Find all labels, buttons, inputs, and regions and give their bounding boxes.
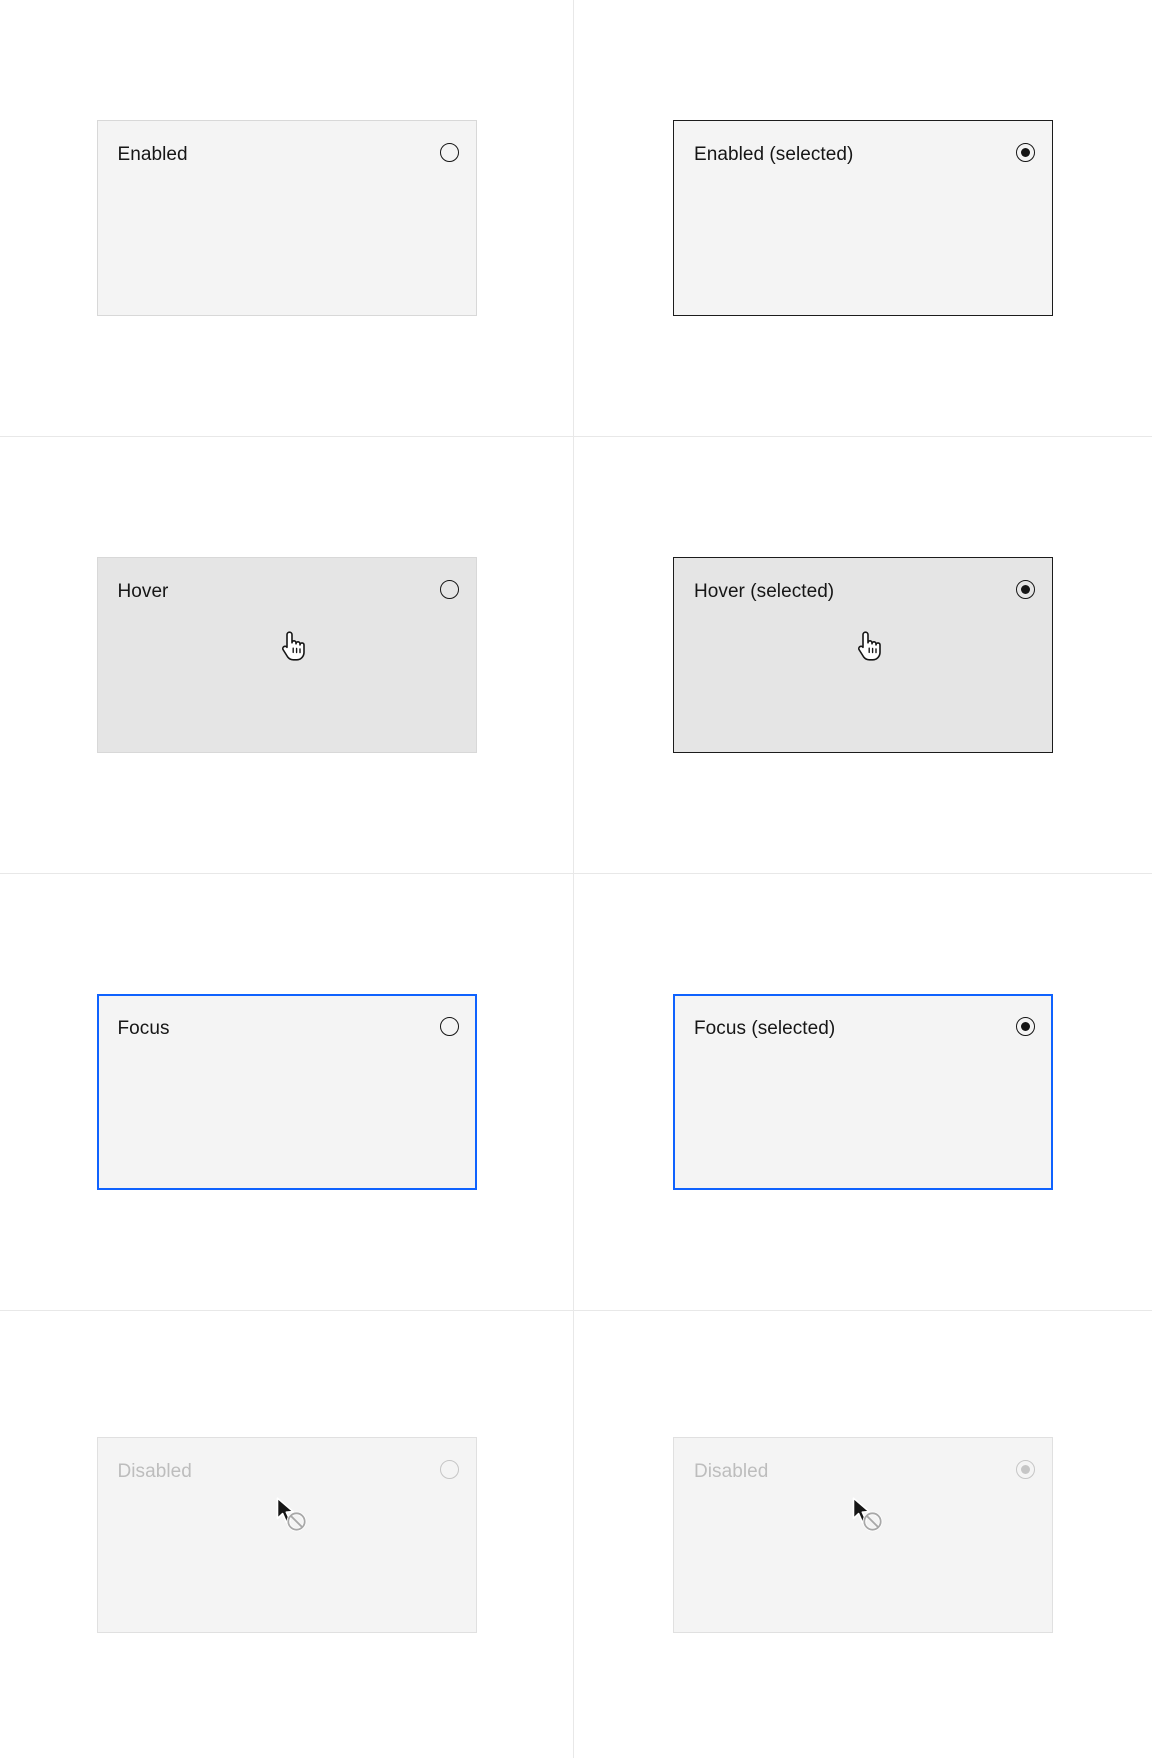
cell-hover-unselected: Hover	[0, 437, 574, 874]
not-allowed-cursor-icon	[276, 1496, 306, 1531]
cell-enabled-selected: Enabled (selected)	[574, 0, 1152, 437]
radio-selected-disabled-icon	[1016, 1459, 1035, 1479]
radio-tile-disabled: Disabled	[96, 1436, 477, 1633]
radio-selected-icon[interactable]	[1016, 1017, 1035, 1036]
cell-enabled-unselected: Enabled	[0, 0, 574, 437]
tile-label: Hover (selected)	[694, 581, 835, 602]
radio-tile-disabled-selected: Disabled	[673, 1436, 1053, 1633]
radio-dot	[445, 585, 454, 594]
tile-label: Enabled (selected)	[694, 144, 854, 165]
radio-unselected-disabled-icon	[439, 1459, 459, 1479]
pointer-hand-cursor-icon	[281, 631, 305, 661]
radio-tile-focus[interactable]: Focus	[96, 994, 477, 1190]
radio-dot	[1021, 148, 1030, 157]
cell-disabled-unselected: Disabled	[0, 1311, 574, 1758]
tile-label: Disabled	[117, 1460, 192, 1482]
pointer-hand-cursor-icon	[858, 631, 881, 661]
tile-label: Enabled	[117, 144, 188, 165]
radio-tile-enabled-selected[interactable]: Enabled (selected)	[673, 120, 1053, 316]
radio-dot	[1021, 585, 1030, 594]
not-allowed-cursor-icon	[852, 1496, 883, 1531]
radio-unselected-icon[interactable]	[439, 1017, 459, 1036]
radio-dot	[445, 1465, 454, 1474]
tile-label: Focus	[117, 1018, 170, 1039]
radio-tile-enabled[interactable]: Enabled	[96, 120, 477, 316]
radio-unselected-icon[interactable]	[439, 580, 459, 599]
tile-label: Hover	[117, 581, 169, 602]
radio-tile-hover[interactable]: Hover	[96, 557, 477, 753]
state-matrix-grid: Enabled Enabled (selected) Hover Hover (…	[0, 0, 1152, 1758]
cell-disabled-selected: Disabled	[574, 1311, 1152, 1758]
cell-focus-selected: Focus (selected)	[574, 874, 1152, 1311]
radio-tile-focus-selected[interactable]: Focus (selected)	[673, 994, 1053, 1190]
radio-dot	[445, 148, 454, 157]
cell-hover-selected: Hover (selected)	[574, 437, 1152, 874]
radio-dot	[1021, 1022, 1030, 1031]
tile-label: Focus (selected)	[694, 1018, 836, 1039]
radio-dot	[1021, 1464, 1030, 1474]
radio-selected-icon[interactable]	[1016, 143, 1035, 162]
radio-tile-hover-selected[interactable]: Hover (selected)	[673, 557, 1053, 753]
radio-dot	[445, 1022, 454, 1031]
tile-label: Disabled	[694, 1460, 769, 1482]
cell-focus-unselected: Focus	[0, 874, 574, 1311]
radio-unselected-icon[interactable]	[439, 143, 459, 162]
radio-selected-icon[interactable]	[1016, 580, 1035, 599]
